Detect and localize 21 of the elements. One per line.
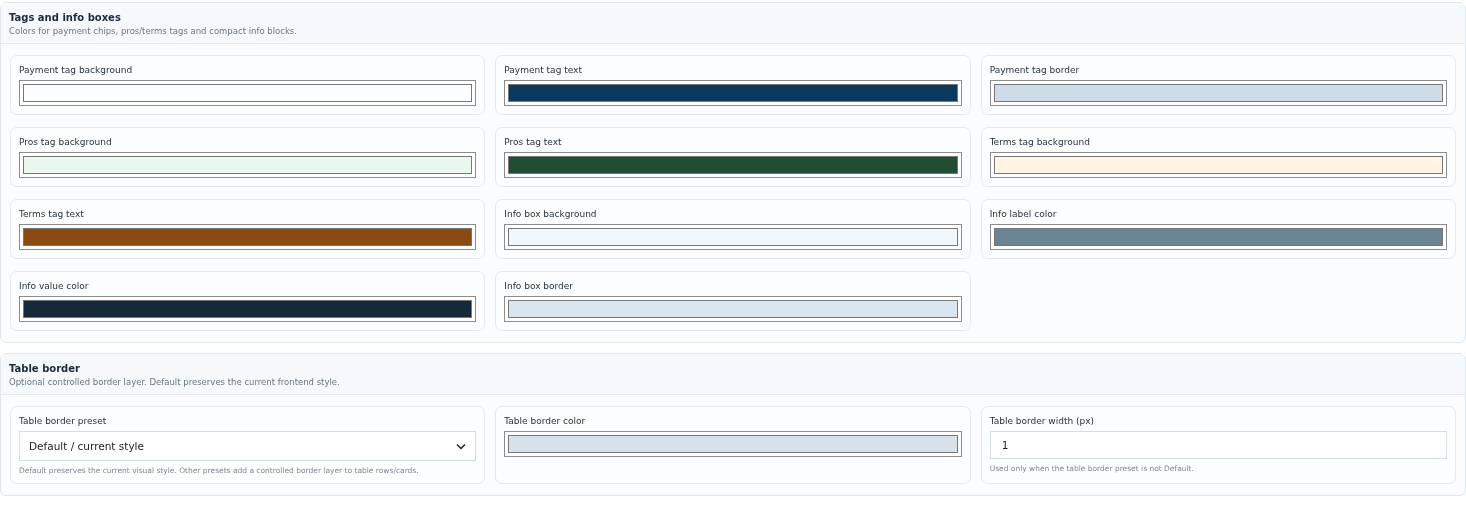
chevron-down-icon (456, 442, 467, 450)
section-title: Tags and info boxes (9, 12, 122, 23)
field-label: Info box border (504, 281, 575, 291)
number-input[interactable]: 1 (989, 431, 1447, 459)
section-description: Colors for payment chips, pros/terms tags and compact info blocks. (9, 26, 298, 36)
field-label: Table border color (504, 416, 587, 426)
field-label: Pros tag text (504, 137, 563, 147)
preset-dropdown[interactable]: Default / current style (19, 431, 477, 461)
field-label: Terms tag text (19, 209, 85, 219)
field-label: Pros tag background (19, 137, 113, 147)
field-label: Payment tag background (19, 65, 134, 75)
field-label: Terms tag background (989, 137, 1091, 147)
field-label: Info label color (989, 209, 1058, 219)
field-label: Payment tag text (504, 65, 583, 75)
field-label: Table border width (px) (989, 416, 1096, 426)
field-label: Info box background (504, 209, 598, 219)
field-label: Info value color (19, 281, 90, 291)
field-label: Payment tag border (989, 65, 1081, 75)
section-description: Optional controlled border layer. Default preserves the current frontend style. (9, 377, 341, 387)
section-title: Table border (9, 363, 81, 374)
field-label: Table border preset (19, 416, 108, 426)
